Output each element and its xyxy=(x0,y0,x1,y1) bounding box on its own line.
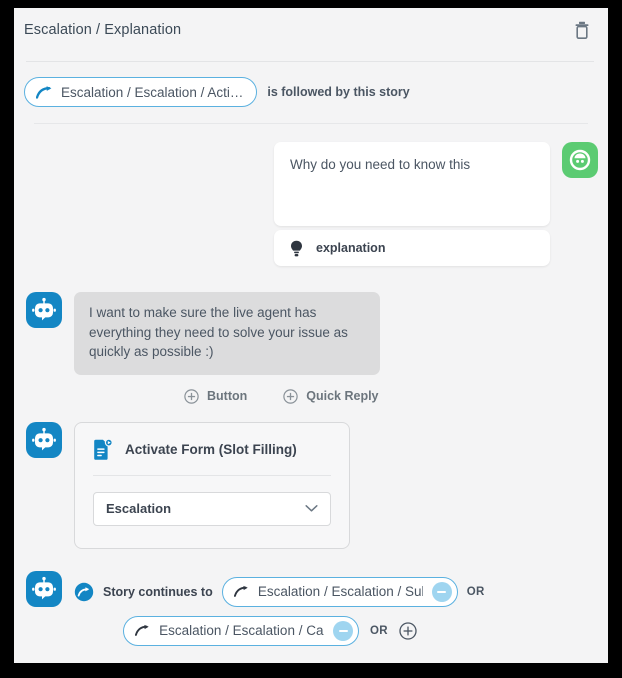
story-continues-row-2: Escalation / Escalation / Can… OR xyxy=(74,607,485,646)
continue-story-label-2: Escalation / Escalation / Can… xyxy=(159,623,324,639)
activate-form-card: Activate Form (Slot Filling) Escalation xyxy=(74,421,350,549)
continue-story-chip-1[interactable]: Escalation / Escalation / Sub… xyxy=(221,576,458,607)
user-message-block: Why do you need to know this explanation xyxy=(14,124,608,266)
bot-avatar xyxy=(26,570,62,607)
robot-icon xyxy=(32,576,56,600)
form-card-title: Activate Form (Slot Filling) xyxy=(125,442,297,458)
continue-story-label-1: Escalation / Escalation / Sub… xyxy=(257,584,423,600)
curved-arrow-icon xyxy=(233,586,248,598)
bot-avatar xyxy=(26,421,62,458)
bot-message-block: I want to make sure the live agent has e… xyxy=(14,266,608,404)
add-quick-reply-label: Quick Reply xyxy=(306,389,379,404)
intent-row[interactable]: explanation xyxy=(274,230,550,266)
bot-avatar xyxy=(26,292,62,328)
user-message-input[interactable]: Why do you need to know this xyxy=(274,142,550,226)
form-block: Activate Form (Slot Filling) Escalation xyxy=(14,404,608,549)
user-face-icon xyxy=(569,149,591,171)
curved-arrow-icon xyxy=(36,85,52,99)
add-button-label: Button xyxy=(207,389,248,404)
add-quick-reply-action[interactable]: Quick Reply xyxy=(283,388,379,404)
remove-continue-story-1-button[interactable] xyxy=(431,581,452,602)
bot-message-text: I want to make sure the live agent has e… xyxy=(89,305,348,360)
robot-icon xyxy=(32,297,56,321)
curved-arrow-icon xyxy=(135,625,149,637)
robot-icon xyxy=(32,427,56,451)
previous-story-chip[interactable]: Escalation / Escalation / Acti… xyxy=(24,77,258,107)
story-editor-panel: Escalation / Explanation Escalation / Es… xyxy=(14,8,608,663)
trash-icon xyxy=(575,21,589,39)
arrow-circle-icon xyxy=(74,582,94,601)
document-form-icon xyxy=(94,438,113,460)
form-card-header: Activate Form (Slot Filling) xyxy=(93,438,331,461)
plus-circle-icon xyxy=(283,388,298,404)
panel-header: Escalation / Explanation xyxy=(14,8,608,52)
plus-circle-icon xyxy=(399,622,417,640)
add-continue-story-button[interactable] xyxy=(399,622,417,640)
bot-message-content: I want to make sure the live agent has e… xyxy=(74,292,380,404)
followed-by-row: Escalation / Escalation / Acti… is follo… xyxy=(14,62,608,107)
remove-continue-story-2-button[interactable] xyxy=(333,620,353,641)
form-card-divider xyxy=(93,474,331,476)
intent-label: explanation xyxy=(316,241,386,255)
bot-action-row: Button Quick Reply xyxy=(74,375,380,404)
or-separator-1: OR xyxy=(466,585,485,598)
lightbulb-icon xyxy=(291,240,302,256)
chevron-down-icon xyxy=(305,505,318,512)
form-select[interactable]: Escalation xyxy=(93,491,331,526)
minus-circle-icon xyxy=(338,629,348,632)
story-continues-block: Story continues to Escalation / Escalati… xyxy=(14,549,608,646)
user-avatar xyxy=(562,142,598,178)
user-message-text: Why do you need to know this xyxy=(290,157,471,172)
previous-story-label: Escalation / Escalation / Acti… xyxy=(61,84,244,100)
minus-circle-icon xyxy=(437,590,447,593)
plus-circle-icon xyxy=(184,388,199,404)
user-message-cards: Why do you need to know this explanation xyxy=(274,142,550,266)
add-button-action[interactable]: Button xyxy=(184,388,248,404)
bot-message-input[interactable]: I want to make sure the live agent has e… xyxy=(74,292,380,375)
story-continues-label: Story continues to xyxy=(103,584,213,599)
continue-story-chip-2[interactable]: Escalation / Escalation / Can… xyxy=(123,615,359,646)
delete-story-button[interactable] xyxy=(570,18,594,42)
story-continues-row-1: Story continues to Escalation / Escalati… xyxy=(74,576,485,607)
page-title: Escalation / Explanation xyxy=(24,22,182,38)
story-continues-content: Story continues to Escalation / Escalati… xyxy=(74,571,485,646)
or-separator-2: OR xyxy=(370,624,388,637)
form-select-value: Escalation xyxy=(106,501,172,517)
followed-by-text: is followed by this story xyxy=(267,85,410,99)
